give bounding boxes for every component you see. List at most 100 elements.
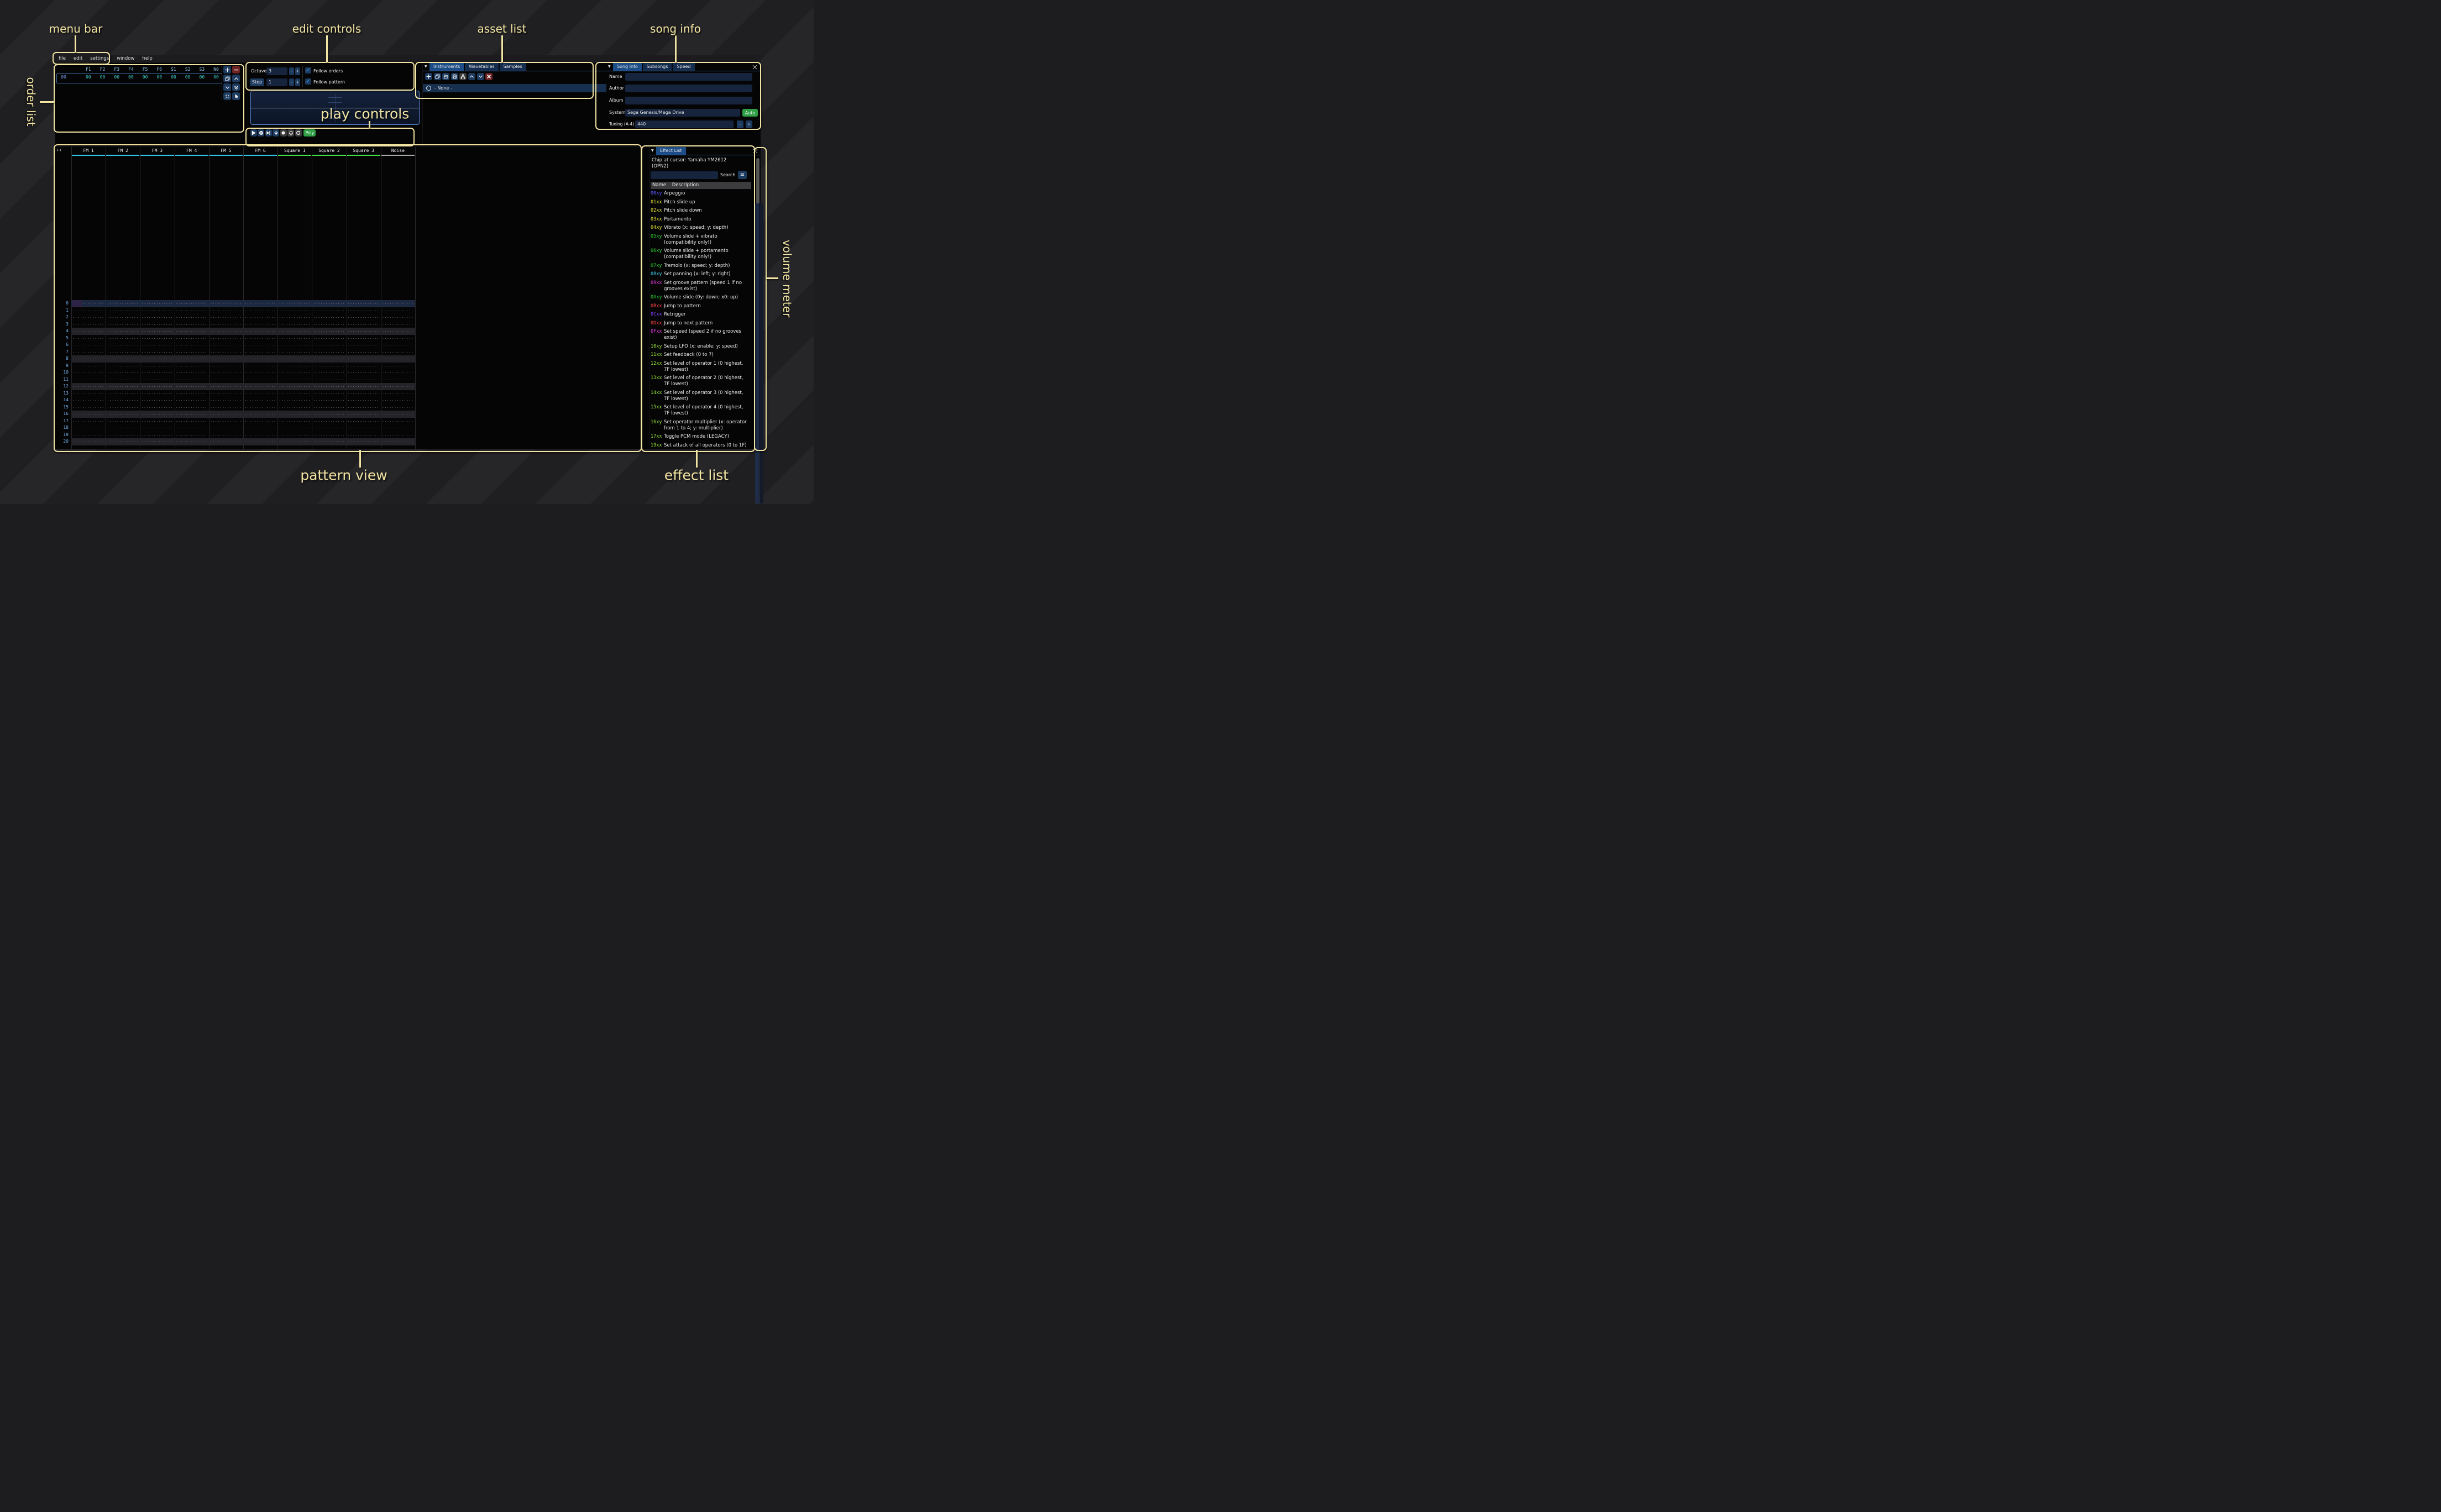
effect-row[interactable]: 17xx Toggle PCM mode (LEGACY)	[651, 434, 751, 440]
tab-asset-instruments[interactable]: Instruments	[429, 63, 464, 71]
effect-row[interactable]: 16xy Set operator multiplier (x: operato…	[651, 419, 751, 432]
effect-row[interactable]: 0Fxx Set speed (speed 2 if no grooves ex…	[651, 329, 751, 341]
close-icon[interactable]	[752, 65, 757, 70]
pattern-row[interactable]: 17 .....................................…	[55, 418, 649, 425]
channel-header-FM-2[interactable]: FM 2	[106, 147, 140, 154]
effect-row[interactable]: 04xy Vibrato (x: speed; y: depth)	[651, 225, 751, 231]
channel-header-Square-1[interactable]: Square 1	[277, 147, 312, 154]
effect-row[interactable]: 14xx Set level of operator 3 (0 highest,…	[651, 390, 751, 402]
play-row-button[interactable]	[265, 129, 272, 136]
octave-input[interactable]: 3	[266, 67, 287, 75]
author-input[interactable]	[625, 85, 752, 92]
name-input[interactable]	[625, 73, 752, 81]
poly-button[interactable]: Poly	[303, 129, 316, 136]
step-minus-button[interactable]: -	[289, 78, 294, 86]
effect-row[interactable]: 13xx Set level of operator 2 (0 highest,…	[651, 375, 751, 387]
metronome-button[interactable]	[287, 129, 294, 136]
order-cell[interactable]: 00	[152, 75, 166, 80]
move-bottom-button[interactable]	[232, 83, 240, 91]
duplicate-button[interactable]	[434, 73, 441, 80]
step-label[interactable]: Step	[250, 78, 264, 86]
pattern-row[interactable]: 0 ......................................…	[55, 300, 649, 307]
open-button[interactable]	[442, 73, 449, 80]
move-up-button[interactable]	[468, 73, 475, 80]
effect-row[interactable]: 0Cxx Retrigger	[651, 312, 751, 318]
order-cell[interactable]: 00	[166, 75, 181, 80]
order-cell[interactable]: 00	[96, 75, 110, 80]
collapse-icon[interactable]: ▼	[608, 63, 611, 71]
save-button[interactable]	[451, 73, 458, 80]
delete-button[interactable]	[485, 73, 493, 80]
channel-header-FM-5[interactable]: FM 5	[209, 147, 243, 154]
tuning-minus-button[interactable]: -	[737, 120, 743, 128]
tab-song-subsongs[interactable]: Subsongs	[643, 63, 672, 71]
pattern-row[interactable]: 2 ......................................…	[55, 314, 649, 321]
pattern-row[interactable]: 1 ......................................…	[55, 307, 649, 314]
pattern-row[interactable]: 16 .....................................…	[55, 411, 649, 418]
order-cell[interactable]: 00	[138, 75, 153, 80]
tab-song-song-info[interactable]: Song Info	[613, 63, 642, 71]
effect-row[interactable]: 19xx Set attack of all operators (0 to 1…	[651, 443, 751, 449]
order-cell[interactable]: 00	[195, 75, 209, 80]
effect-row[interactable]: 05xy Volume slide + vibrato (compatibili…	[651, 234, 751, 246]
effect-row[interactable]: 11xx Set feedback (0 to 7)	[651, 352, 751, 358]
effect-row[interactable]: 08xy Set panning (x: left; y: right)	[651, 271, 751, 277]
effect-row[interactable]: 10xy Setup LFO (x: enable; y: speed)	[651, 344, 751, 350]
channel-header-FM-3[interactable]: FM 3	[140, 147, 174, 154]
pattern-corner[interactable]: ++	[56, 148, 62, 153]
pattern-row[interactable]: 15 .....................................…	[55, 404, 649, 411]
checkbox-follow-orders[interactable]: ✓	[305, 67, 311, 74]
effect-search-input[interactable]	[651, 171, 718, 179]
collapse-icon[interactable]: ▼	[425, 63, 427, 71]
duplicate-button[interactable]	[223, 75, 231, 82]
order-cell[interactable]: 00	[181, 75, 195, 80]
pattern-row[interactable]: 20 .....................................…	[55, 438, 649, 445]
pattern-row[interactable]: 10 .....................................…	[55, 369, 649, 376]
effect-row[interactable]: 02xx Pitch slide down	[651, 208, 751, 214]
toggle-folders-button[interactable]	[459, 73, 467, 80]
pattern-row[interactable]: 3 ......................................…	[55, 321, 649, 328]
play-pattern-button[interactable]	[258, 129, 264, 136]
pattern-row[interactable]: 5 ......................................…	[55, 335, 649, 342]
channel-header-Square-2[interactable]: Square 2	[312, 147, 346, 154]
effect-row[interactable]: 00xy Arpeggio	[651, 191, 751, 197]
menu-item-window[interactable]: window	[117, 55, 134, 62]
effect-row[interactable]: 12xx Set level of operator 1 (0 highest,…	[651, 361, 751, 373]
pattern-row[interactable]: 7 ......................................…	[55, 349, 649, 356]
checkbox-follow-pattern[interactable]: ✓	[305, 78, 311, 85]
channel-header-FM-6[interactable]: FM 6	[243, 147, 277, 154]
effect-row[interactable]: 0Bxx Jump to pattern	[651, 303, 751, 309]
repeat-pattern-button[interactable]	[295, 129, 302, 136]
octave-minus-button[interactable]: -	[289, 67, 294, 75]
step-plus-button[interactable]: +	[295, 78, 300, 86]
album-input[interactable]	[625, 97, 752, 104]
pattern-row[interactable]: 18 .....................................…	[55, 424, 649, 432]
pattern-row[interactable]: 14 .....................................…	[55, 397, 649, 404]
channel-header-FM-4[interactable]: FM 4	[175, 147, 209, 154]
remove-button[interactable]	[232, 66, 240, 74]
tuning-input[interactable]: 440	[635, 120, 734, 128]
system-input[interactable]: Sega Genesis/Mega Drive	[625, 109, 740, 117]
unlink-button[interactable]	[223, 92, 231, 100]
tab-song-speed[interactable]: Speed	[673, 63, 694, 71]
play-button[interactable]	[250, 129, 257, 136]
channel-header-Square-3[interactable]: Square 3	[347, 147, 381, 154]
menu-item-settings[interactable]: settings	[90, 55, 109, 62]
octave-plus-button[interactable]: +	[295, 67, 300, 75]
move-down-button[interactable]	[223, 83, 231, 91]
search-menu-button[interactable]: ≡	[738, 171, 747, 179]
pattern-row[interactable]: 6 ......................................…	[55, 342, 649, 349]
menu-item-file[interactable]: file	[59, 55, 66, 62]
tuning-plus-button[interactable]: +	[746, 120, 752, 128]
channel-header-FM-1[interactable]: FM 1	[71, 147, 106, 154]
step-down-button[interactable]	[273, 129, 279, 136]
order-cell[interactable]: 00	[109, 75, 124, 80]
channel-header-Noise[interactable]: Noise	[381, 147, 415, 154]
move-down-button[interactable]	[477, 73, 484, 80]
effect-row[interactable]: 03xx Portamento	[651, 217, 751, 223]
step-input[interactable]: 1	[266, 78, 287, 86]
pattern-row[interactable]: 11 .....................................…	[55, 376, 649, 384]
auto-system-button[interactable]: Auto	[742, 109, 758, 117]
menu-item-edit[interactable]: edit	[74, 55, 82, 62]
pattern-row[interactable]: 13 .....................................…	[55, 390, 649, 397]
